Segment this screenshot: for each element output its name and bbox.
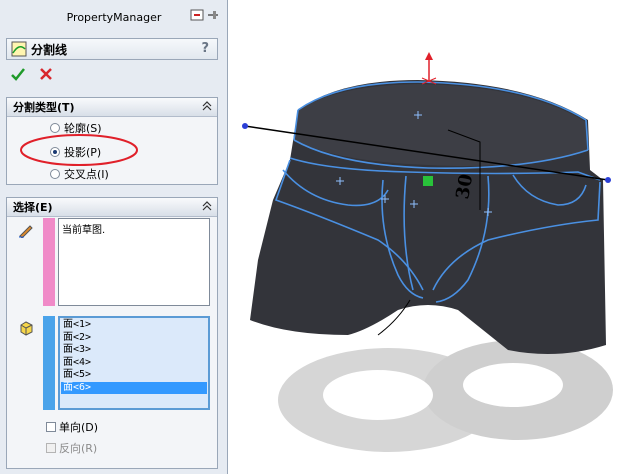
feature-name: 分割线 bbox=[31, 42, 68, 57]
sketch-selection-box[interactable]: 当前草图. bbox=[58, 218, 210, 306]
split-type-header[interactable]: 分割类型(T) bbox=[7, 98, 217, 117]
model-viewport[interactable]: 30 bbox=[228, 0, 640, 474]
ok-check-icon[interactable] bbox=[10, 66, 26, 82]
collapse-chevron-icon[interactable] bbox=[201, 100, 213, 112]
reverse-checkbox: 反向(R) bbox=[46, 440, 97, 456]
sketch-icon bbox=[18, 222, 34, 241]
single-direction-checkbox[interactable]: 单向(D) bbox=[46, 419, 98, 435]
face-cube-icon bbox=[18, 320, 34, 339]
face-list-item[interactable]: 面<5> bbox=[61, 369, 207, 382]
faces-selection-list[interactable]: 面<1> 面<2> 面<3> 面<4> 面<5> 面<6> bbox=[58, 316, 210, 410]
radio-intersection[interactable]: 交叉点(I) bbox=[50, 166, 109, 182]
help-button[interactable]: ? bbox=[201, 41, 209, 56]
sketch-color-bar bbox=[43, 218, 55, 306]
panel-title: PropertyManager bbox=[66, 10, 162, 24]
face-list-item[interactable]: 面<1> bbox=[61, 319, 207, 332]
sketch-selection-value: 当前草图. bbox=[62, 225, 106, 236]
split-line-icon bbox=[11, 41, 27, 57]
faces-color-bar bbox=[43, 316, 55, 410]
red-circle-annotation bbox=[20, 134, 138, 166]
origin-axis-icon bbox=[421, 52, 437, 85]
face-list-item[interactable]: 面<3> bbox=[61, 344, 207, 357]
face-list-item[interactable]: 面<6> bbox=[61, 381, 207, 394]
face-list-item[interactable]: 面<4> bbox=[61, 357, 207, 370]
radio-intersection-dot[interactable] bbox=[50, 169, 60, 179]
feature-header: 分割线 ? bbox=[6, 38, 218, 60]
selection-header[interactable]: 选择(E) bbox=[7, 198, 217, 217]
green-marker bbox=[423, 176, 433, 186]
cancel-x-icon[interactable] bbox=[38, 66, 54, 82]
face-list-item[interactable]: 面<2> bbox=[61, 332, 207, 345]
property-manager-panel: PropertyManager 分割线 ? 分割类型(T) 轮廓(S) 投影(P… bbox=[0, 0, 228, 474]
sketch-endpoint-left[interactable] bbox=[242, 123, 248, 129]
dimension-value[interactable]: 30 bbox=[452, 173, 477, 201]
panel-title-bar: PropertyManager bbox=[6, 5, 222, 29]
sketch-endpoint-right[interactable] bbox=[605, 177, 611, 183]
pushpin-icon[interactable] bbox=[190, 8, 204, 22]
collapse-chevron-icon[interactable] bbox=[201, 200, 213, 212]
pin-icon[interactable] bbox=[206, 8, 220, 22]
